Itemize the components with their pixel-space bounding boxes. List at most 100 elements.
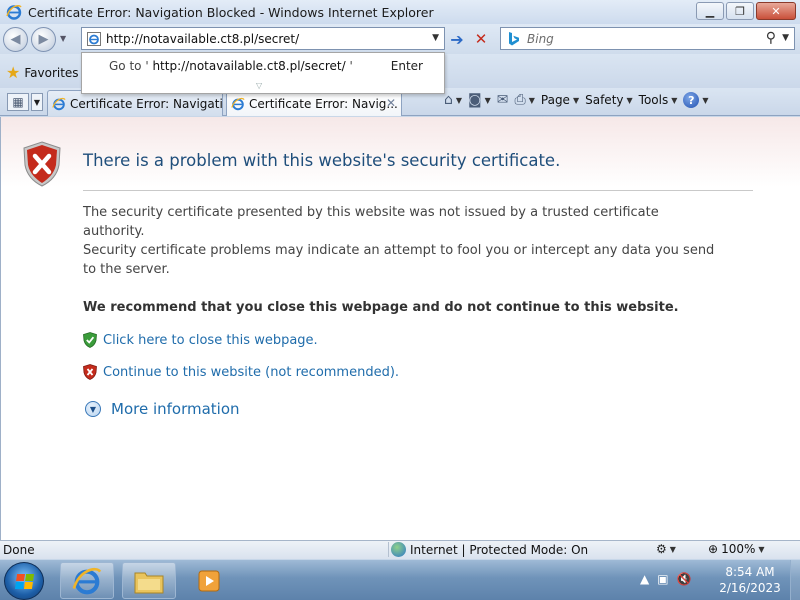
internet-globe-icon bbox=[391, 542, 406, 557]
window-title: Certificate Error: Navigation Blocked - … bbox=[28, 4, 434, 20]
bing-icon bbox=[509, 31, 519, 45]
forward-button[interactable]: ▶ bbox=[31, 27, 56, 52]
history-dropdown-icon[interactable]: ▼ bbox=[60, 34, 66, 43]
search-input[interactable]: Bing ⚲ ▼ bbox=[500, 27, 795, 50]
protected-mode-settings[interactable]: ⚙ ▼ bbox=[656, 542, 676, 556]
favorites-star-icon: ★ bbox=[6, 63, 21, 82]
goto-prefix: Go to ' bbox=[109, 59, 149, 73]
address-dropdown-icon[interactable]: ▼ bbox=[432, 33, 439, 43]
start-button[interactable] bbox=[4, 562, 44, 600]
maximize-button[interactable]: ❐ bbox=[726, 2, 754, 20]
unsafe-shield-icon bbox=[83, 364, 97, 380]
search-icon[interactable]: ⚲ bbox=[766, 30, 776, 46]
recommendation-text: We recommend that you close this webpage… bbox=[83, 300, 679, 315]
ie-icon bbox=[6, 4, 22, 20]
divider bbox=[83, 190, 753, 191]
tools-dropdown-icon: ▼ bbox=[671, 95, 678, 105]
help-menu[interactable]: ? ▼ bbox=[683, 92, 709, 108]
clock-date: 2/16/2023 bbox=[719, 581, 781, 595]
safety-menu[interactable]: Safety ▼ bbox=[585, 93, 633, 107]
back-arrow-icon: ◀ bbox=[10, 32, 21, 47]
minimize-button[interactable]: ▁ bbox=[696, 2, 724, 20]
clock[interactable]: 8:54 AM 2/16/2023 bbox=[712, 564, 788, 596]
favorites-button[interactable]: ★ Favorites bbox=[6, 63, 79, 82]
rss-feed-icon: ◙ bbox=[468, 92, 482, 108]
page-content: There is a problem with this website's s… bbox=[0, 117, 800, 540]
expand-chevron-icon: ▼ bbox=[85, 401, 101, 417]
close-webpage-link[interactable]: Click here to close this webpage. bbox=[83, 332, 318, 348]
zoom-magnifier-icon: ⊕ bbox=[708, 542, 719, 556]
tab-label: Certificate Error: Navigatio... bbox=[70, 96, 222, 111]
safety-dropdown-icon: ▼ bbox=[626, 95, 633, 105]
print-dropdown-icon[interactable]: ▼ bbox=[529, 96, 535, 105]
resize-grip-icon[interactable]: ▽ bbox=[256, 81, 262, 90]
home-button[interactable]: ⌂ ▼ bbox=[444, 92, 462, 108]
windows-logo-icon bbox=[14, 573, 34, 589]
close-icon: ✕ bbox=[771, 4, 781, 18]
media-player-icon bbox=[198, 570, 220, 592]
mail-icon: ✉ bbox=[496, 92, 509, 108]
maximize-icon: ❐ bbox=[735, 4, 745, 18]
read-mail-button[interactable]: ✉ bbox=[497, 92, 509, 108]
close-button[interactable]: ✕ bbox=[756, 2, 796, 20]
feeds-button[interactable]: ◙ ▼ bbox=[468, 92, 491, 108]
safety-menu-label: Safety bbox=[585, 93, 624, 107]
continue-website-link-text[interactable]: Continue to this website (not recommende… bbox=[103, 365, 399, 380]
stop-button[interactable]: ✕ bbox=[471, 29, 491, 49]
help-icon: ? bbox=[683, 92, 700, 108]
search-placeholder: Bing bbox=[527, 31, 554, 46]
warning-paragraph: Security certificate problems may indica… bbox=[83, 243, 715, 277]
home-icon: ⌂ bbox=[444, 92, 453, 108]
page-title: There is a problem with this website's s… bbox=[83, 151, 561, 170]
zoom-level: 100% bbox=[721, 542, 756, 556]
taskbar-media-player[interactable] bbox=[194, 568, 224, 594]
security-zone[interactable]: Internet | Protected Mode: On bbox=[388, 542, 588, 557]
go-button[interactable]: ➔ bbox=[447, 29, 467, 49]
tab-ie-icon bbox=[231, 97, 245, 110]
taskbar-windows-explorer[interactable] bbox=[122, 562, 176, 599]
stop-icon: ✕ bbox=[474, 30, 488, 48]
close-webpage-link-text[interactable]: Click here to close this webpage. bbox=[103, 333, 318, 348]
tab-list-dropdown-icon: ▼ bbox=[33, 97, 41, 107]
tab-label: Certificate Error: Navig... bbox=[249, 96, 398, 111]
page-ie-icon bbox=[87, 31, 101, 46]
window-controls: ▁ ❐ ✕ bbox=[696, 2, 796, 20]
page-dropdown-icon: ▼ bbox=[572, 95, 580, 105]
show-desktop-button[interactable] bbox=[790, 560, 800, 600]
clock-time: 8:54 AM bbox=[725, 565, 775, 579]
address-row: ◀ ▶ ▼ http://notavailable.ct8.pl/secret/… bbox=[0, 24, 800, 54]
network-icon[interactable]: ▣ bbox=[657, 572, 668, 586]
command-bar: ⌂ ▼ ◙ ▼ ✉ ⎙ ▼ Page ▼ Safety ▼ Tools ▼ ? ▼ bbox=[444, 92, 709, 108]
safe-shield-icon bbox=[83, 332, 97, 348]
taskbar-internet-explorer[interactable] bbox=[60, 562, 114, 599]
goto-suggestion[interactable]: Go to ' http://notavailable.ct8.pl/secre… bbox=[109, 59, 353, 73]
more-information-label: More information bbox=[111, 400, 240, 418]
printer-icon: ⎙ bbox=[514, 92, 526, 108]
continue-website-link[interactable]: Continue to this website (not recommende… bbox=[83, 364, 399, 380]
tab-list-dropdown[interactable]: ▼ bbox=[31, 93, 43, 111]
print-button[interactable]: ⎙ ▼ bbox=[515, 92, 535, 108]
back-button[interactable]: ◀ bbox=[3, 27, 28, 52]
page-menu[interactable]: Page ▼ bbox=[541, 93, 579, 107]
page-menu-label: Page bbox=[540, 93, 570, 107]
quick-tabs-icon: ▦ bbox=[12, 95, 24, 109]
search-dropdown-icon[interactable]: ▼ bbox=[782, 33, 789, 43]
error-shield-icon bbox=[23, 141, 61, 187]
home-dropdown-icon[interactable]: ▼ bbox=[456, 96, 462, 105]
address-url[interactable]: http://notavailable.ct8.pl/secret/ bbox=[106, 32, 299, 46]
quick-tabs-button[interactable]: ▦ bbox=[7, 93, 29, 111]
zoom-dropdown-icon: ▼ bbox=[758, 544, 765, 554]
minimize-icon: ▁ bbox=[705, 4, 715, 18]
settings-dropdown-icon: ▼ bbox=[669, 544, 676, 554]
zoom-control[interactable]: ⊕ 100% ▼ bbox=[708, 542, 765, 556]
feeds-dropdown-icon[interactable]: ▼ bbox=[485, 96, 491, 105]
tab-close-icon[interactable]: ✕ bbox=[386, 96, 396, 110]
enter-hint: Enter bbox=[390, 59, 423, 73]
address-bar[interactable]: http://notavailable.ct8.pl/secret/ ▼ bbox=[81, 27, 445, 50]
show-hidden-icons-icon[interactable]: ▲ bbox=[640, 572, 649, 586]
more-information-toggle[interactable]: ▼ More information bbox=[85, 400, 240, 418]
volume-muted-icon[interactable]: 🔇 bbox=[677, 572, 692, 586]
tools-menu[interactable]: Tools ▼ bbox=[639, 93, 678, 107]
forward-arrow-icon: ▶ bbox=[38, 32, 49, 47]
status-text: Done bbox=[3, 543, 35, 557]
